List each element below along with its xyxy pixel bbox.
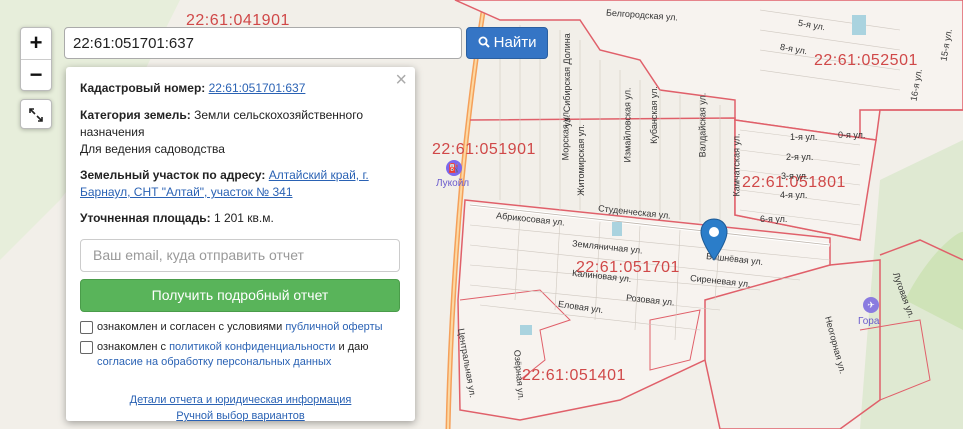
close-icon[interactable]: × bbox=[395, 69, 407, 92]
parcel-info-popup: × Кадастровый номер: 22:61:051701:637 Ка… bbox=[66, 67, 415, 424]
street-label: Камчатская ул. bbox=[731, 133, 742, 197]
get-report-button[interactable]: Получить подробный отчет bbox=[80, 279, 400, 312]
street-label: 4-я ул. bbox=[780, 190, 808, 200]
street-label: Валдайская ул. bbox=[697, 92, 708, 158]
cadastral-quarter-label: 22:61:052501 bbox=[814, 52, 918, 69]
zoom-out-button[interactable]: − bbox=[21, 60, 51, 91]
offer-agreement: ознакомлен и согласен с условиями публич… bbox=[80, 320, 401, 335]
search-icon bbox=[478, 36, 490, 48]
privacy-link[interactable]: политикой конфиденциальности bbox=[169, 341, 335, 353]
address-label: Земельный участок по адресу: bbox=[80, 168, 266, 182]
poi-label: Лукойл bbox=[436, 178, 470, 189]
category-label: Категория земель: bbox=[80, 108, 191, 122]
street-label: Кубанская ул. bbox=[648, 86, 659, 144]
offer-checkbox[interactable] bbox=[80, 321, 93, 334]
cadastral-quarter-label: 22:61:051901 bbox=[432, 141, 536, 158]
find-button[interactable]: Найти bbox=[466, 27, 548, 59]
find-button-label: Найти bbox=[493, 34, 537, 51]
poi-label: Гора bbox=[858, 316, 880, 327]
street-label: 6-я ул. bbox=[760, 214, 788, 224]
fullscreen-button[interactable] bbox=[20, 99, 52, 129]
privacy-checkbox[interactable] bbox=[80, 341, 93, 354]
email-field[interactable]: Ваш email, куда отправить отчет bbox=[80, 239, 400, 272]
zoom-control: + − bbox=[20, 27, 52, 91]
street-label: Житомирская ул. bbox=[575, 124, 586, 196]
cadastral-link[interactable]: 22:61:051701:637 bbox=[209, 81, 306, 95]
street-label: 0-я ул. bbox=[838, 130, 866, 140]
details-link[interactable]: Детали отчета и юридическая информация bbox=[130, 394, 352, 406]
area-value: 1 201 кв.м. bbox=[213, 211, 274, 225]
offer-link[interactable]: публичной оферты bbox=[285, 321, 382, 333]
area-label: Уточненная площадь: bbox=[80, 211, 211, 225]
airfield-icon[interactable]: ✈ bbox=[863, 297, 879, 313]
search-input[interactable] bbox=[64, 27, 462, 59]
footer-links: Детали отчета и юридическая информация Р… bbox=[80, 392, 401, 424]
street-label: 3-я ул. bbox=[781, 171, 809, 181]
consent-link[interactable]: согласие на обработку персональных данны… bbox=[97, 356, 331, 368]
privacy-text-2: и даю bbox=[338, 341, 369, 353]
expand-icon bbox=[29, 108, 43, 123]
zoom-in-button[interactable]: + bbox=[21, 28, 51, 60]
offer-text: ознакомлен и согласен с условиями bbox=[97, 321, 283, 333]
cadastral-quarter-label: 22:61:051401 bbox=[522, 367, 626, 384]
location-pin-icon[interactable] bbox=[700, 218, 728, 262]
manual-select-link[interactable]: Ручной выбор вариантов bbox=[176, 410, 304, 422]
street-label: 1-я ул. bbox=[790, 132, 818, 142]
cadastral-label: Кадастровый номер: bbox=[80, 81, 206, 95]
street-label: Измайловская ул. bbox=[622, 87, 633, 163]
street-label: ул. Сибирская Долина bbox=[561, 33, 572, 127]
fuel-station-icon[interactable]: ⛽ bbox=[446, 160, 462, 176]
usage-text: Для ведения садоводства bbox=[80, 142, 225, 156]
street-label: 2-я ул. bbox=[786, 152, 814, 162]
privacy-agreement: ознакомлен с политикой конфиденциальност… bbox=[80, 340, 401, 370]
privacy-text: ознакомлен с bbox=[97, 341, 167, 353]
